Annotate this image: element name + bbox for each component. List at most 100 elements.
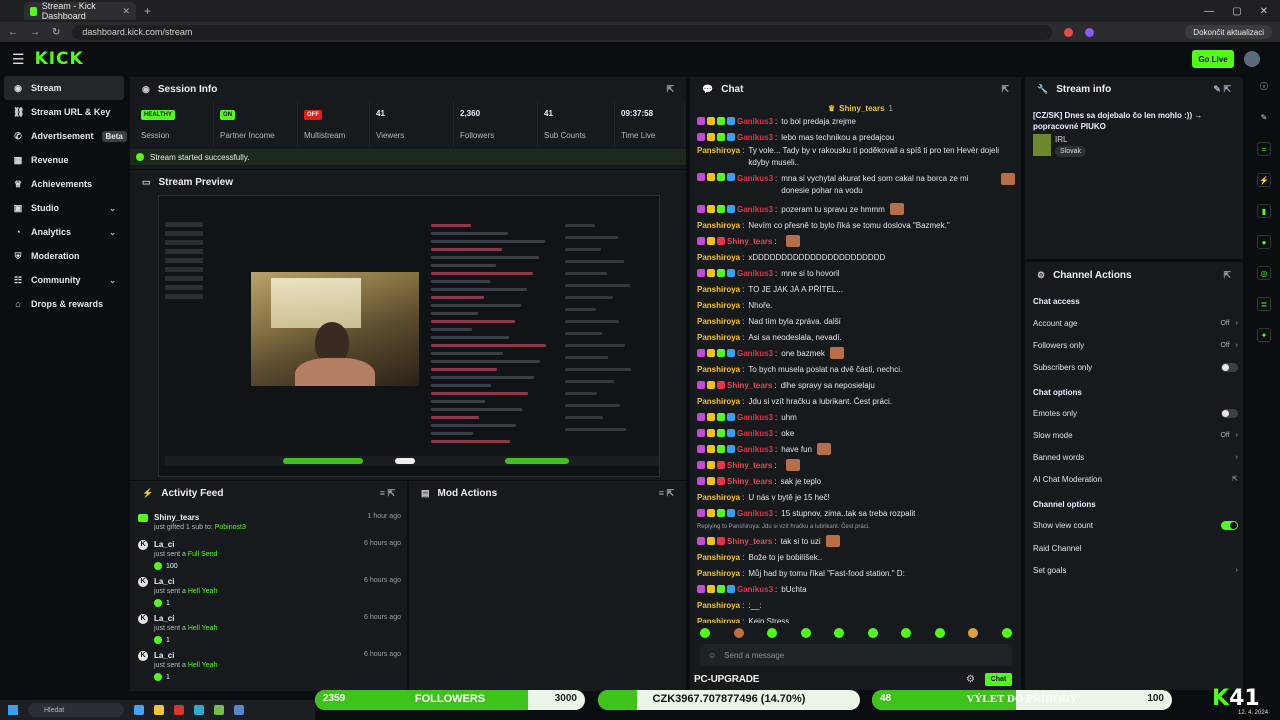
chat-message[interactable]: Ganikus3: bUchta	[697, 581, 1015, 597]
chat-username[interactable]: Ganikus3	[737, 117, 773, 126]
emote-icon[interactable]	[733, 628, 744, 638]
menu-icon[interactable]: ☰	[12, 51, 25, 68]
chat-message[interactable]: Panshiroya: TO JE JAK JÁ A PŘÍTEL...	[697, 281, 1015, 297]
chat-input[interactable]: ☺ Send a message	[700, 644, 1012, 666]
chat-message[interactable]: Ganikus3: oke	[697, 425, 1015, 441]
info-icon[interactable]: ⓘ	[1257, 80, 1271, 94]
chat-username[interactable]: Ganikus3	[737, 205, 773, 214]
chat-send-button[interactable]: Chat	[985, 673, 1012, 686]
popout-icon[interactable]: ⇱	[1223, 270, 1231, 281]
edit-icon[interactable]: ✎	[1257, 111, 1271, 125]
chat-message[interactable]: Ganikus3: lebo mas technikou a predajcou	[697, 129, 1015, 145]
raid-channel-row[interactable]: Raid Channel	[1033, 541, 1238, 555]
chat-message[interactable]: Shiny_tears: tak si to uzi	[697, 533, 1015, 549]
chat-username[interactable]: Shiny_tears	[727, 477, 772, 486]
taskbar-search[interactable]: Hledat	[28, 703, 124, 717]
emote-icon[interactable]	[1001, 628, 1012, 638]
reload-icon[interactable]: ↻	[52, 27, 60, 38]
chevron-down-icon[interactable]: ⌄	[109, 204, 116, 213]
chat-message[interactable]: Panshiroya: Nevím co přesně to bylo říká …	[697, 217, 1015, 233]
new-tab-icon[interactable]: +	[144, 4, 151, 18]
chat-username[interactable]: Panshiroya	[697, 285, 740, 294]
followers-only-row[interactable]: Followers only Off ›	[1033, 338, 1238, 352]
chat-username[interactable]: Ganikus3	[737, 173, 773, 185]
chat-message[interactable]: Panshiroya: Kein Stress	[697, 613, 1015, 624]
steam-icon[interactable]	[234, 705, 244, 715]
activity-item[interactable]: K La_ci just sent a Hell Yeah 6 hours ago 1	[138, 614, 403, 648]
chat-username[interactable]: Shiny_tears	[727, 537, 772, 546]
ai-moderation-row[interactable]: AI Chat Moderation ⇱	[1033, 472, 1238, 486]
chat-username[interactable]: Panshiroya	[697, 397, 740, 406]
sidebar-item-stream-url-key[interactable]: ⛓ Stream URL & Key	[0, 100, 128, 124]
emote-icon[interactable]	[934, 628, 945, 638]
show-view-count-toggle[interactable]	[1221, 520, 1238, 530]
chat-username[interactable]: Panshiroya	[697, 365, 740, 374]
windows-start-icon[interactable]	[8, 705, 18, 715]
chevron-down-icon[interactable]: ⌄	[109, 228, 116, 237]
edit-icon[interactable]: ✎ ⇱	[1213, 84, 1231, 95]
chat-bubble-icon[interactable]: ●	[1257, 235, 1271, 249]
chat-message[interactable]: Panshiroya: To bych musela poslat na dvě …	[697, 361, 1015, 377]
taskview-icon[interactable]	[134, 705, 144, 715]
chat-message[interactable]: Panshiroya: Jdu si vzít hračku a lubrikan…	[697, 393, 1015, 409]
close-window-icon[interactable]: ✕	[1260, 6, 1268, 17]
slow-mode-row[interactable]: Slow mode Off ›	[1033, 428, 1238, 442]
emote-icon[interactable]	[901, 628, 912, 638]
stream-preview-video[interactable]	[158, 195, 660, 477]
chat-username[interactable]: Ganikus3	[737, 269, 773, 278]
minimize-icon[interactable]: —	[1204, 6, 1214, 17]
sidebar-item-moderation[interactable]: ⛨ Moderation	[0, 244, 128, 268]
account-age-row[interactable]: Account age Off ›	[1033, 316, 1238, 330]
chat-message[interactable]: Panshiroya: Asi sa neodeslala, nevadí.	[697, 329, 1015, 345]
category-name[interactable]: IRL	[1055, 135, 1067, 144]
chat-username[interactable]: Ganikus3	[737, 585, 773, 594]
radio-icon[interactable]: ◎	[1257, 266, 1271, 280]
chat-username[interactable]: Panshiroya	[697, 333, 740, 342]
chat-username[interactable]: Ganikus3	[737, 509, 773, 518]
emote-icon[interactable]	[767, 628, 778, 638]
filter-icon[interactable]: ≡ ⇱	[380, 488, 395, 499]
chat-username[interactable]: Panshiroya	[697, 301, 740, 310]
clip-icon[interactable]: ⌗	[1257, 142, 1271, 156]
popout-icon[interactable]: ⇱	[1001, 84, 1009, 95]
sidebar-item-community[interactable]: ☷ Community ⌄	[0, 268, 128, 292]
chat-username[interactable]: Panshiroya	[697, 569, 740, 578]
sidebar-item-stream[interactable]: ◉ Stream	[4, 76, 124, 100]
wrench-icon[interactable]: ✦	[1257, 328, 1271, 342]
chat-settings-gear-icon[interactable]: ⚙	[966, 674, 975, 685]
chat-username[interactable]: Panshiroya	[697, 221, 740, 230]
chat-message[interactable]: Shiny_tears:	[697, 457, 1015, 473]
emote-icon[interactable]	[867, 628, 878, 638]
kick-logo[interactable]: KICK	[35, 49, 84, 69]
sidebar-item-studio[interactable]: ▣ Studio ⌄	[0, 196, 128, 220]
chat-username[interactable]: Shiny_tears	[727, 381, 772, 390]
chrome-icon[interactable]	[194, 705, 204, 715]
profile-icon[interactable]	[1085, 27, 1095, 37]
activity-item[interactable]: K La_ci just sent a Hell Yeah 6 hours ago 1	[138, 577, 403, 611]
chat-message[interactable]: Ganikus3:15 stupnov, zima..tak sa treba …	[697, 505, 1015, 521]
chat-username[interactable]: Ganikus3	[737, 429, 773, 438]
chat-username[interactable]: Panshiroya	[697, 553, 740, 562]
explorer-icon[interactable]	[154, 705, 164, 715]
sidebar-item-advertisement[interactable]: ✆ Advertisement Beta	[0, 124, 128, 148]
chat-username[interactable]: Shiny_tears	[727, 237, 772, 246]
smiley-icon[interactable]: ☺	[708, 651, 716, 660]
chat-message[interactable]: Panshiroya: xDDDDDDDDDDDDDDDDDDDDDDD	[697, 249, 1015, 265]
banned-words-row[interactable]: Banned words ›	[1033, 450, 1238, 464]
chat-message[interactable]: Ganikus3: uhm	[697, 409, 1015, 425]
trash-icon[interactable]: ▮	[1257, 204, 1271, 218]
chat-message[interactable]: Panshiroya: U nás v bytě je 15 heč!	[697, 489, 1015, 505]
chat-message[interactable]: Panshiroya: Můj had by tomu říkal "Fast-f…	[697, 565, 1015, 581]
back-icon[interactable]: ←	[8, 27, 18, 38]
pinned-gifter[interactable]: ♛ Shiny_tears 1	[828, 104, 893, 113]
chat-message[interactable]: Panshiroya::__:	[697, 597, 1015, 613]
activity-item[interactable]: K La_ci just sent a Hell Yeah 6 hours ago 1	[138, 651, 403, 685]
chat-username[interactable]: Ganikus3	[737, 349, 773, 358]
chat-username[interactable]: Panshiroya	[697, 601, 740, 610]
emote-icon[interactable]	[700, 628, 710, 638]
category-thumbnail[interactable]	[1033, 134, 1051, 156]
chat-message[interactable]: Ganikus3: have fun	[697, 441, 1015, 457]
sidebar-item-revenue[interactable]: ▦ Revenue	[0, 148, 128, 172]
chat-username[interactable]: Panshiroya	[697, 317, 740, 326]
extension-icon[interactable]	[1064, 27, 1074, 37]
